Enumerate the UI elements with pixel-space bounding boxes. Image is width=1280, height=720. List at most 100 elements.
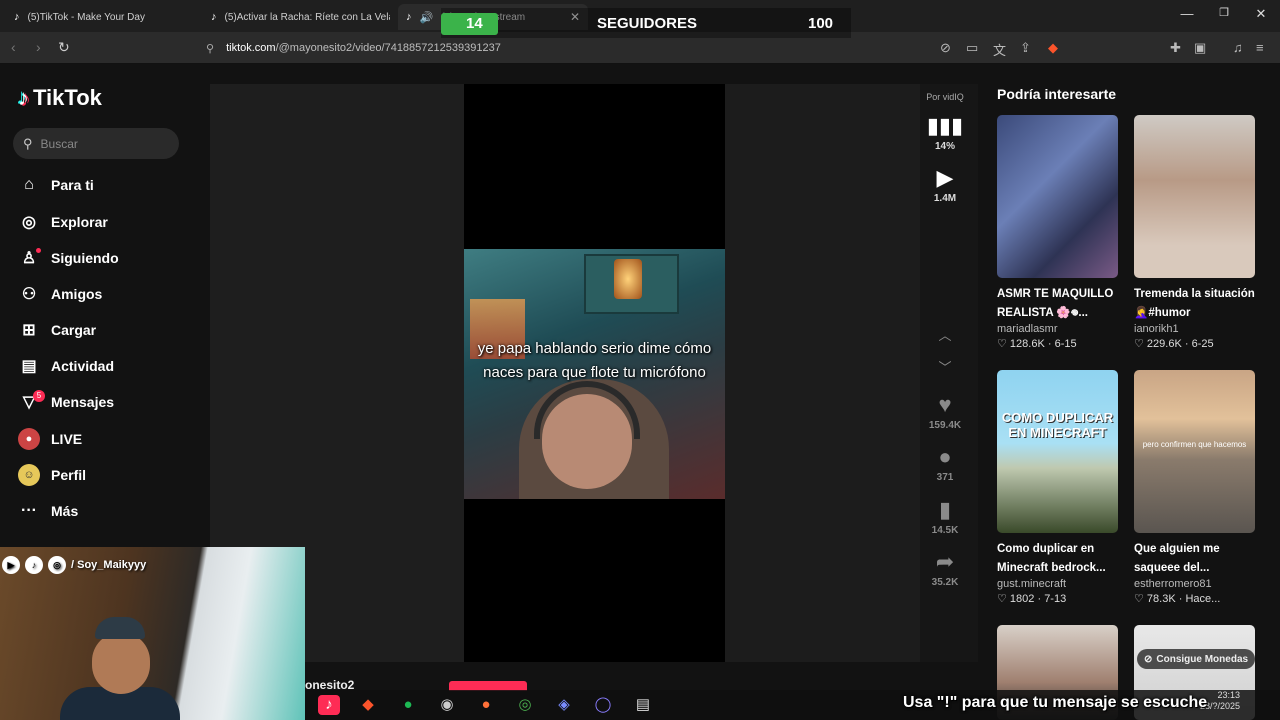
recommendation-meta: ♡ 78.3K · Hace... [1134, 592, 1255, 605]
recommendation-author[interactable]: mariadlasmr [997, 323, 1118, 335]
recommendation-title: Que alguien me saqueee del... [1134, 543, 1220, 574]
video-thumbnail[interactable]: COMO DUPLICAR EN MINECRAFT [997, 370, 1118, 533]
url-domain: tiktok.com [226, 42, 276, 54]
translate-icon[interactable]: 文 [993, 40, 1006, 59]
taskbar-chrome-icon[interactable]: ◎ [514, 695, 536, 715]
recommendation-likes: 1802 [1009, 593, 1035, 605]
taskbar-obs-icon[interactable]: ◉ [436, 695, 458, 715]
get-coins-label: Consigue Monedas [1156, 653, 1249, 665]
share-arrow-icon: ➦ [935, 549, 955, 574]
nav-item-siguiendo[interactable]: ♙ Siguiendo [18, 246, 119, 270]
tiktok-logo[interactable]: ♪ TikTok [18, 85, 102, 111]
chevron-up-icon: ︿ [938, 328, 952, 343]
save-button[interactable]: ▮ 14.5K [916, 497, 974, 536]
webcam-person-face [92, 632, 150, 694]
heart-outline-icon: ♡ [997, 593, 1010, 605]
nav-label: Siguiendo [51, 250, 119, 266]
recommendation-card[interactable]: pero confirmen que hacemos Que alguien m… [1134, 370, 1255, 605]
recommendation-card[interactable]: COMO DUPLICAR EN MINECRAFT Como duplicar… [997, 370, 1118, 605]
video-scene-lamp [614, 259, 642, 299]
bookmark-icon: ▮ [938, 497, 952, 522]
follower-goal-target: 100 [808, 15, 834, 32]
recommendation-title: ASMR TE MAQUILLO REALISTA 🌸𖦹... [997, 288, 1114, 319]
compass-icon: ◎ [22, 214, 36, 231]
nav-item-mas[interactable]: ··· Más [18, 499, 78, 523]
minimize-button[interactable]: — [1177, 6, 1197, 21]
site-settings-icon[interactable]: ⚲ [206, 42, 214, 55]
nav-item-explorar[interactable]: ◎ Explorar [18, 210, 108, 234]
nav-item-perfil[interactable]: ☺ Perfil [18, 463, 86, 487]
brave-shield-icon[interactable]: ◆ [1048, 40, 1058, 56]
taskbar-explorer-icon[interactable]: ▤ [632, 695, 654, 715]
taskbar-app-icon[interactable]: ◈ [553, 695, 575, 715]
recommendation-author[interactable]: estherromero81 [1134, 578, 1255, 590]
recommendation-date: 6-25 [1191, 338, 1214, 350]
browser-tab[interactable]: ♪ (5)TikTok - Make Your Day [8, 4, 193, 30]
taskbar-brave-icon[interactable]: ◆ [357, 695, 379, 715]
close-window-button[interactable]: ✕ [1251, 6, 1271, 22]
nav-item-para-ti[interactable]: ⌂ Para ti [18, 173, 94, 197]
thumbnail-overlay-text: COMO DUPLICAR EN MINECRAFT [1001, 410, 1114, 440]
share-icon[interactable]: ⇪ [1020, 40, 1031, 56]
activity-icon: ▤ [21, 358, 37, 375]
recommendation-card[interactable]: Tremenda la situación 🤦‍♀️#humor ianorik… [1134, 115, 1255, 350]
get-coins-button[interactable]: ⊘ Consigue Monedas [1137, 649, 1256, 669]
views-count: ▶ 1.4M [916, 165, 974, 204]
recommendation-title: Como duplicar en Minecraft bedrock... [997, 543, 1106, 574]
video-thumbnail[interactable] [1134, 115, 1255, 278]
share-button[interactable]: ➦ 35.2K [916, 549, 974, 588]
forward-icon[interactable]: › [36, 39, 41, 55]
url-path: /@mayonesito2/video/7418857212539391237 [275, 42, 501, 54]
video-thumbnail[interactable]: pero confirmen que hacemos [1134, 370, 1255, 533]
nav-label: Para ti [51, 177, 94, 193]
nav-item-amigos[interactable]: ⚇ Amigos [18, 282, 103, 306]
recommendation-author[interactable]: gust.minecraft [997, 578, 1118, 590]
nav-item-cargar[interactable]: ⊞ Cargar [18, 318, 96, 342]
separator: · [1175, 593, 1186, 605]
youtube-icon: ▶ [2, 556, 20, 574]
cast-icon[interactable]: ▭ [966, 40, 978, 56]
recommendation-author[interactable]: ianorikh1 [1134, 323, 1255, 335]
vidiq-score[interactable]: ▮▮▮ 14% [916, 113, 974, 152]
nav-label: Cargar [51, 322, 97, 338]
nav-item-actividad[interactable]: ▤ Actividad [18, 354, 114, 378]
recommendation-meta: ♡ 128.6K · 6-15 [997, 337, 1118, 350]
recommendation-card[interactable]: ASMR TE MAQUILLO REALISTA 🌸𖦹... mariadla… [997, 115, 1118, 350]
video-frame[interactable]: ye papa hablando serio dime cómo naces p… [464, 249, 725, 499]
video-thumbnail[interactable] [997, 115, 1118, 278]
heart-outline-icon: ♡ [997, 338, 1010, 350]
video-blur-background [725, 84, 920, 662]
comment-button[interactable]: ● 371 [916, 444, 974, 483]
coin-icon: ⊘ [1144, 653, 1153, 665]
search-input[interactable]: ⚲ Buscar [13, 128, 179, 159]
separator: · [1044, 338, 1055, 350]
vidiq-label: Por vidIQ [926, 92, 964, 102]
extensions-icon[interactable]: ✚ [1170, 40, 1181, 56]
next-video-button[interactable]: ﹀ [916, 357, 974, 376]
stream-chat-message: Usa "!" para que tu mensaje se escuche [903, 694, 1208, 711]
browser-tab[interactable]: ♪ (5)Activar la Racha: Ríete con La Vela [205, 4, 390, 30]
like-button[interactable]: ♥ 159.4K [916, 392, 974, 431]
tiktok-tab-icon: ♪ [14, 11, 20, 23]
media-icon[interactable]: ♫ [1233, 40, 1243, 55]
maximize-button[interactable]: ❐ [1214, 6, 1234, 19]
previous-video-button[interactable]: ︿ [916, 325, 974, 344]
sidebar-toggle-icon[interactable]: ▣ [1194, 40, 1206, 56]
nav-item-live[interactable]: ● LIVE [18, 427, 82, 451]
shares-count: 35.2K [931, 577, 959, 588]
taskbar-app-icon[interactable]: ◯ [592, 695, 614, 715]
back-icon[interactable]: ‹ [11, 39, 16, 55]
taskbar-firefox-icon[interactable]: ● [475, 695, 497, 715]
recommendations-title: Podría interesarte [997, 86, 1117, 102]
menu-icon[interactable]: ≡ [1256, 40, 1264, 55]
tiktok-icon: ♪ [25, 556, 43, 574]
audio-playing-icon: 🔊 [419, 11, 434, 24]
follower-count: 14 [466, 15, 483, 32]
no-tracking-icon[interactable]: ⊘ [940, 40, 951, 56]
taskbar-spotify-icon[interactable]: ● [397, 695, 419, 715]
recommendation-meta: ♡ 229.6K · 6-25 [1134, 337, 1255, 350]
recommendation-likes: 128.6K [1009, 338, 1045, 350]
taskbar-tiktok-icon[interactable]: ♪ [318, 695, 340, 715]
recommendation-likes: 229.6K [1146, 338, 1182, 350]
reload-icon[interactable]: ↻ [58, 39, 70, 56]
